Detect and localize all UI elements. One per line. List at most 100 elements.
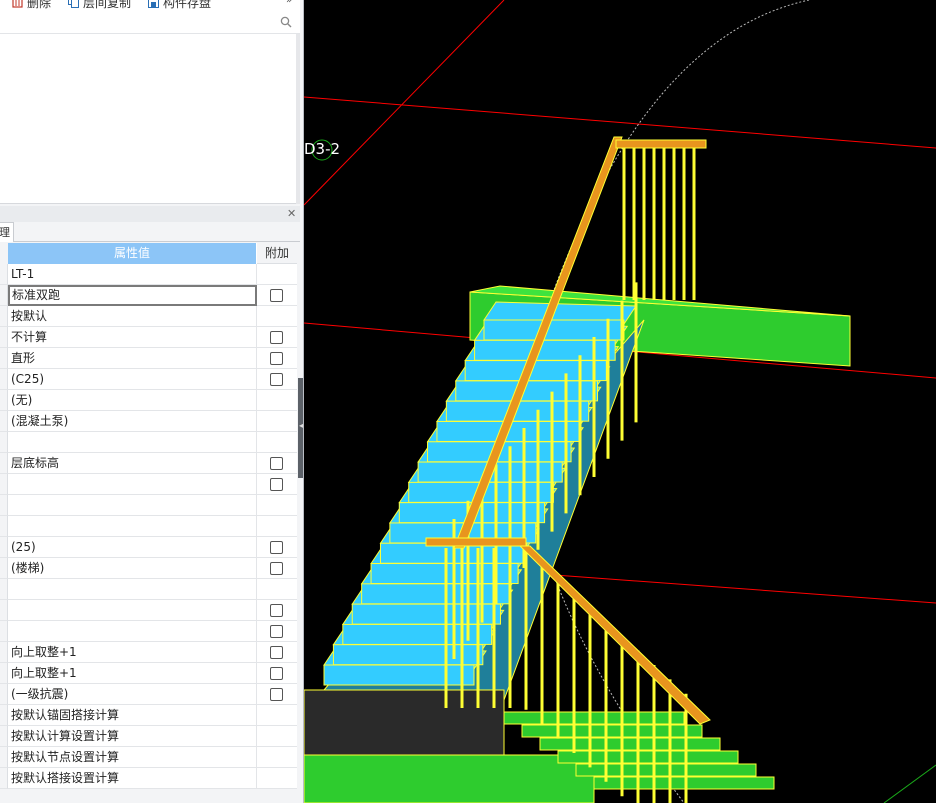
- property-value-cell[interactable]: [8, 474, 257, 495]
- property-value-cell[interactable]: 直形: [8, 348, 257, 369]
- component-list[interactable]: [0, 34, 300, 204]
- property-row[interactable]: 按默认搭接设置计算: [0, 768, 300, 789]
- addon-checkbox[interactable]: [270, 373, 283, 386]
- property-addon-cell: [257, 537, 297, 558]
- property-value-cell[interactable]: 按默认搭接设置计算: [8, 768, 257, 789]
- property-row[interactable]: 向上取整+1: [0, 663, 300, 684]
- property-grid-header: 属性值 附加: [0, 243, 300, 264]
- property-row[interactable]: (C25): [0, 369, 300, 390]
- property-value-cell[interactable]: [8, 579, 257, 600]
- 3d-viewport[interactable]: D3-2: [304, 0, 936, 803]
- property-addon-cell: [257, 474, 297, 495]
- stair-3d-model[interactable]: [304, 0, 936, 803]
- property-value-cell[interactable]: [8, 600, 257, 621]
- property-value-cell[interactable]: (混凝土泵): [8, 411, 257, 432]
- header-addon: 附加: [257, 243, 297, 264]
- property-name-cell: [0, 306, 8, 327]
- more-chevron-icon[interactable]: »: [286, 0, 292, 6]
- property-value-cell[interactable]: [8, 516, 257, 537]
- property-value-cell[interactable]: 向上取整+1: [8, 642, 257, 663]
- property-addon-cell: [257, 348, 297, 369]
- property-row[interactable]: 直形: [0, 348, 300, 369]
- property-row[interactable]: (混凝土泵): [0, 411, 300, 432]
- property-row[interactable]: 按默认计算设置计算: [0, 726, 300, 747]
- property-row[interactable]: (一级抗震): [0, 684, 300, 705]
- addon-checkbox[interactable]: [270, 667, 283, 680]
- property-value-cell[interactable]: 按默认锚固搭接计算: [8, 705, 257, 726]
- property-value-cell[interactable]: 按默认: [8, 306, 257, 327]
- addon-checkbox[interactable]: [270, 478, 283, 491]
- property-value-cell[interactable]: [8, 495, 257, 516]
- property-row[interactable]: 按默认: [0, 306, 300, 327]
- property-row[interactable]: [0, 495, 300, 516]
- addon-checkbox[interactable]: [270, 457, 283, 470]
- list-scrollbar[interactable]: [296, 34, 300, 204]
- property-name-cell: [0, 285, 8, 306]
- property-value-cell[interactable]: [8, 432, 257, 453]
- property-row[interactable]: [0, 474, 300, 495]
- property-value-cell[interactable]: [8, 621, 257, 642]
- property-value-cell[interactable]: 不计算: [8, 327, 257, 348]
- addon-checkbox[interactable]: [270, 688, 283, 701]
- search-bar[interactable]: [0, 12, 300, 34]
- search-icon[interactable]: [280, 16, 292, 28]
- copy-floor-button[interactable]: 层间复制: [68, 0, 131, 11]
- property-row[interactable]: 标准双跑: [0, 285, 300, 306]
- property-row[interactable]: 按默认锚固搭接计算: [0, 705, 300, 726]
- property-value-cell[interactable]: 按默认节点设置计算: [8, 747, 257, 768]
- save-component-button[interactable]: 构件存盘: [148, 0, 211, 11]
- property-name-cell: [0, 663, 8, 684]
- property-value-cell[interactable]: (楼梯): [8, 558, 257, 579]
- property-value-cell[interactable]: 向上取整+1: [8, 663, 257, 684]
- addon-checkbox[interactable]: [270, 625, 283, 638]
- property-row[interactable]: LT-1: [0, 264, 300, 285]
- addon-checkbox[interactable]: [270, 289, 283, 302]
- axis-label: D3-2: [304, 140, 341, 158]
- property-value-cell[interactable]: LT-1: [8, 264, 257, 285]
- property-value-cell[interactable]: (C25): [8, 369, 257, 390]
- property-addon-cell: [257, 642, 297, 663]
- property-row[interactable]: [0, 600, 300, 621]
- property-addon-cell: [257, 306, 297, 327]
- property-value-cell[interactable]: 层底标高: [8, 453, 257, 474]
- property-row[interactable]: 不计算: [0, 327, 300, 348]
- property-addon-cell: [257, 390, 297, 411]
- delete-button[interactable]: 删除: [12, 0, 51, 11]
- property-value-cell[interactable]: (无): [8, 390, 257, 411]
- property-name-cell: [0, 453, 8, 474]
- stair-step-riser: [361, 583, 510, 605]
- property-row[interactable]: (无): [0, 390, 300, 411]
- addon-checkbox[interactable]: [270, 646, 283, 659]
- property-row[interactable]: [0, 621, 300, 642]
- property-row[interactable]: 向上取整+1: [0, 642, 300, 663]
- property-row[interactable]: [0, 516, 300, 537]
- property-name-cell: [0, 558, 8, 579]
- collapse-arrow-icon[interactable]: ◂: [299, 421, 303, 430]
- addon-checkbox[interactable]: [270, 541, 283, 554]
- property-value-cell[interactable]: 按默认计算设置计算: [8, 726, 257, 747]
- addon-checkbox[interactable]: [270, 352, 283, 365]
- property-value-cell[interactable]: 标准双跑: [8, 285, 257, 306]
- stair-step-riser: [332, 644, 484, 666]
- property-value-cell[interactable]: (一级抗震): [8, 684, 257, 705]
- property-name-cell: [0, 726, 8, 747]
- copy-icon: [68, 0, 79, 8]
- floor-beam: [304, 754, 595, 803]
- property-value-cell[interactable]: (25): [8, 537, 257, 558]
- property-row[interactable]: 按默认节点设置计算: [0, 747, 300, 768]
- close-icon[interactable]: ✕: [287, 207, 296, 220]
- addon-checkbox[interactable]: [270, 331, 283, 344]
- property-row[interactable]: (楼梯): [0, 558, 300, 579]
- property-row[interactable]: (25): [0, 537, 300, 558]
- property-row[interactable]: 层底标高: [0, 453, 300, 474]
- property-name-cell: [0, 474, 8, 495]
- property-row[interactable]: [0, 579, 300, 600]
- tab-properties[interactable]: 理: [0, 222, 14, 242]
- addon-checkbox[interactable]: [270, 604, 283, 617]
- property-addon-cell: [257, 369, 297, 390]
- addon-checkbox[interactable]: [270, 562, 283, 575]
- property-name-cell: [0, 327, 8, 348]
- property-row[interactable]: [0, 432, 300, 453]
- properties-side-panel: 删除 层间复制 构件存盘 » ✕ 理 属性值 附加 LT-1 标准双跑 按默认 不计算…: [0, 0, 304, 803]
- property-addon-cell: [257, 768, 297, 789]
